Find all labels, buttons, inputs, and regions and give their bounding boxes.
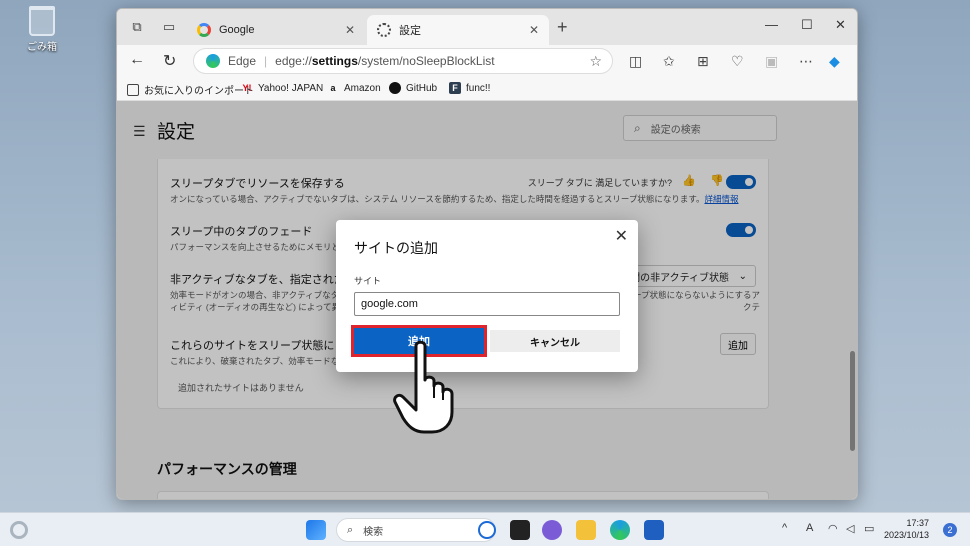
recycle-bin-icon [29,6,55,36]
favorites-bar: お気に入りのインポート Y! Yahoo! JAPAN a Amazon Git… [117,77,857,101]
func-icon: F [449,82,461,94]
taskbar-search-input[interactable]: ⌕ 検索 [336,518,496,542]
amazon-icon: a [330,83,336,93]
battery-icon[interactable]: ▭ [864,522,874,535]
health-icon[interactable]: ♡ [731,53,744,70]
bookmark-label: Yahoo! JAPAN [258,82,324,94]
address-bar: ← ↻ Edge | edge://settings/system/noSlee… [117,45,857,77]
widgets-icon[interactable] [10,521,28,539]
tab-title: 設定 [399,25,421,37]
back-icon[interactable]: ← [129,51,145,69]
menu-dots-icon[interactable]: ⋯ [799,53,813,70]
bookmark-func[interactable]: F func!! [449,82,490,94]
url-bold: settings [311,54,358,68]
collections-icon[interactable]: ⊞ [697,53,709,70]
bookmark-import[interactable]: お気に入りのインポート [127,82,254,97]
minimize-icon[interactable]: — [765,17,778,32]
extensions-icon[interactable]: ▣ [765,53,778,70]
bookmark-label: Amazon [344,82,381,94]
new-tab-icon[interactable]: + [557,17,568,38]
tab-settings[interactable]: 設定 ✕ [367,15,549,45]
bookmark-label: func!! [466,82,491,94]
chat-icon[interactable] [542,520,562,540]
edge-taskbar-icon[interactable] [610,520,630,540]
file-explorer-icon[interactable] [576,520,596,540]
clock-time: 17:37 [906,518,930,528]
taskbar: ⌕ 検索 ^ A ◠ ◁ ▭ 17:37 2023/10/13 2 [0,512,970,546]
favorite-star-icon[interactable]: ☆ [589,53,602,70]
tab-title: Google [219,24,255,36]
bookmark-github[interactable]: GitHub [389,82,437,94]
close-icon[interactable]: ✕ [345,23,355,37]
site-label: サイト [354,276,382,286]
window-close-icon[interactable]: ✕ [835,17,846,33]
task-view-icon[interactable] [510,520,530,540]
import-icon [127,83,139,96]
bing-chat-icon[interactable] [478,521,496,539]
ime-indicator[interactable]: A [806,522,813,534]
notification-badge[interactable]: 2 [943,523,957,537]
cancel-button[interactable]: キャンセル [490,330,620,352]
bookmark-label: お気に入りのインポート [144,86,254,97]
google-icon [197,23,211,37]
tab-strip: ⧉ ▭ Google ✕ 設定 ✕ + — ☐ ✕ [117,9,857,45]
bookmark-amazon[interactable]: a Amazon [327,82,381,94]
url-brand: Edge [228,54,257,68]
tab-actions-icon[interactable]: ▭ [161,19,177,35]
edge-icon [206,54,220,68]
url-separator: | [264,54,268,68]
workspaces-icon[interactable]: ⧉ [129,19,145,35]
chevron-up-icon[interactable]: ^ [782,522,787,534]
bing-icon[interactable]: ◆ [829,53,840,70]
search-icon: ⌕ [347,523,354,536]
refresh-icon[interactable]: ↻ [163,51,176,71]
wifi-icon[interactable]: ◠ [828,522,838,535]
bookmark-yahoo[interactable]: Y! Yahoo! JAPAN [241,82,324,94]
yahoo-icon: Y! [242,83,252,93]
add-site-dialog: サイトの追加 ✕ サイト 追加 キャンセル [336,220,638,372]
close-icon[interactable]: ✕ [529,23,539,37]
close-icon[interactable]: ✕ [615,226,628,246]
recycle-bin[interactable]: ごみ箱 [22,6,62,53]
clock[interactable]: 17:37 2023/10/13 [884,517,929,541]
favorites-icon[interactable]: ✩ [663,53,675,70]
bookmark-label: GitHub [406,82,438,94]
maximize-icon[interactable]: ☐ [801,17,813,33]
github-icon [389,82,401,94]
search-placeholder: 検索 [363,526,384,538]
url-prefix: edge:// [275,54,312,68]
volume-icon[interactable]: ◁ [846,522,854,535]
split-screen-icon[interactable]: ◫ [629,53,642,70]
recycle-bin-label: ごみ箱 [27,42,57,53]
store-icon[interactable] [644,520,664,540]
clock-date: 2023/10/13 [884,530,930,540]
site-input[interactable] [354,292,620,316]
start-icon[interactable] [306,520,326,540]
tab-google[interactable]: Google ✕ [187,15,365,45]
dialog-title: サイトの追加 [354,240,438,256]
hand-pointer-icon [393,340,454,434]
gear-icon [377,23,391,37]
url-input[interactable]: Edge | edge://settings/system/noSleepBlo… [193,48,613,74]
url-rest: /system/noSleepBlockList [357,54,495,68]
